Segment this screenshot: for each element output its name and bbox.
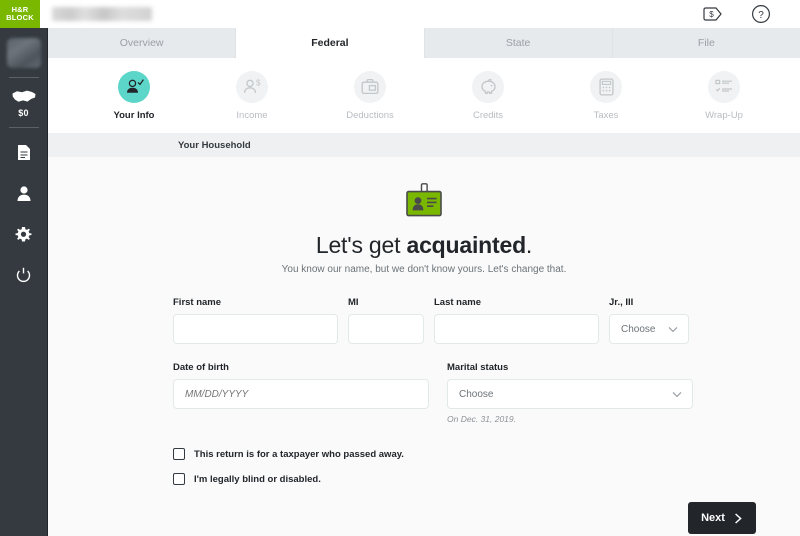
top-bar: H&R BLOCK $ ? bbox=[0, 0, 800, 28]
tab-file[interactable]: File bbox=[613, 28, 800, 58]
calculator-icon bbox=[590, 70, 622, 103]
step-credits-label: Credits bbox=[472, 109, 504, 121]
step-taxes[interactable]: Taxes bbox=[564, 70, 648, 121]
hr-block-logo[interactable]: H&R BLOCK bbox=[0, 0, 40, 28]
breadcrumb: Your Household bbox=[178, 139, 251, 151]
sidebar-nav bbox=[14, 142, 34, 285]
marital-status-select[interactable]: Choose bbox=[447, 379, 693, 409]
page-title: Let's get acquainted. bbox=[316, 232, 532, 259]
svg-text:$: $ bbox=[256, 78, 261, 87]
suffix-select[interactable]: Choose bbox=[609, 314, 689, 344]
tab-file-label: File bbox=[697, 37, 715, 49]
middle-initial-input[interactable] bbox=[348, 314, 424, 344]
headline-period: . bbox=[525, 232, 533, 258]
step-wrap-up-label: Wrap-Up bbox=[705, 109, 743, 121]
personal-info-form: First name MI Last name Jr., III Choose bbox=[173, 297, 693, 424]
sidebar-refund-amount: $0 bbox=[18, 108, 29, 118]
step-income-label: Income bbox=[236, 109, 268, 121]
tab-overview[interactable]: Overview bbox=[48, 28, 237, 58]
last-name-input[interactable] bbox=[434, 314, 599, 344]
id-badge-icon bbox=[406, 183, 442, 217]
svg-text:$: $ bbox=[709, 10, 714, 19]
power-icon[interactable] bbox=[14, 265, 34, 285]
user-name-blurred bbox=[52, 7, 152, 21]
tab-federal[interactable]: Federal bbox=[236, 28, 425, 58]
app-root: H&R BLOCK $ ? $0 Overview Federal State … bbox=[0, 0, 800, 536]
tab-state[interactable]: State bbox=[425, 28, 613, 58]
person-dollar-icon: $ bbox=[236, 70, 268, 103]
step-wrap-up[interactable]: Wrap-Up bbox=[682, 70, 766, 121]
tab-overview-label: Overview bbox=[119, 37, 164, 49]
top-bar-icons: $ ? bbox=[702, 3, 800, 25]
blind-disabled-label: I'm legally blind or disabled. bbox=[194, 473, 321, 485]
date-of-birth-label: Date of birth bbox=[173, 362, 229, 373]
marital-status-label: Marital status bbox=[447, 362, 509, 373]
help-question-icon[interactable]: ? bbox=[750, 3, 772, 25]
date-of-birth-field: Date of birth bbox=[173, 362, 429, 424]
main-content: Let's get acquainted. You know our name,… bbox=[48, 157, 800, 536]
middle-initial-field: MI bbox=[348, 297, 424, 344]
sidebar-refund-tracker[interactable]: $0 bbox=[11, 88, 37, 118]
piggy-bank-icon bbox=[472, 70, 504, 103]
deceased-taxpayer-label: This return is for a taxpayer who passed… bbox=[194, 448, 404, 460]
step-income[interactable]: $ Income bbox=[210, 70, 294, 121]
step-deductions-label: Deductions bbox=[346, 109, 394, 121]
us-map-icon bbox=[12, 90, 35, 102]
step-navigation: Your Info $ Income Deductions Credits Ta… bbox=[48, 58, 800, 133]
step-taxes-label: Taxes bbox=[593, 109, 619, 121]
last-name-field: Last name bbox=[434, 297, 599, 344]
hero-section: Let's get acquainted. You know our name,… bbox=[48, 183, 800, 275]
gear-icon[interactable] bbox=[14, 224, 34, 244]
suffix-value: Choose bbox=[621, 323, 656, 335]
main-tabs: Overview Federal State File bbox=[48, 28, 800, 58]
step-deductions[interactable]: Deductions bbox=[328, 70, 412, 121]
next-button-label: Next bbox=[701, 512, 725, 524]
logo-line-2: BLOCK bbox=[6, 13, 34, 22]
first-name-field: First name bbox=[173, 297, 338, 344]
deceased-taxpayer-checkbox[interactable] bbox=[173, 448, 185, 460]
document-icon[interactable] bbox=[14, 142, 34, 162]
marital-status-helper: On Dec. 31, 2019. bbox=[447, 414, 516, 424]
next-button[interactable]: Next bbox=[688, 502, 756, 534]
page-subtitle: You know our name, but we don't know you… bbox=[281, 264, 567, 275]
sidebar-divider-bottom bbox=[8, 127, 39, 128]
first-name-label: First name bbox=[173, 297, 222, 308]
sidebar: $0 bbox=[0, 28, 48, 536]
date-of-birth-input[interactable] bbox=[173, 379, 429, 409]
breadcrumb-bar: Your Household bbox=[48, 133, 800, 157]
price-tag-dollar-icon[interactable]: $ bbox=[702, 3, 724, 25]
marital-status-field: Marital status Choose On Dec. 31, 2019. bbox=[447, 362, 693, 424]
sidebar-divider-top bbox=[8, 77, 39, 78]
chevron-down-icon bbox=[672, 391, 682, 397]
person-icon[interactable] bbox=[14, 183, 34, 203]
suffix-field: Jr., III Choose bbox=[609, 297, 689, 344]
middle-initial-label: MI bbox=[348, 297, 359, 308]
step-credits[interactable]: Credits bbox=[446, 70, 530, 121]
blind-disabled-checkbox-row[interactable]: I'm legally blind or disabled. bbox=[173, 473, 800, 485]
svg-text:?: ? bbox=[758, 10, 764, 21]
name-row: First name MI Last name Jr., III Choose bbox=[173, 297, 693, 344]
tab-federal-label: Federal bbox=[311, 37, 349, 49]
avatar[interactable] bbox=[6, 38, 41, 68]
checkbox-group: This return is for a taxpayer who passed… bbox=[173, 448, 800, 485]
marital-status-value: Choose bbox=[459, 388, 494, 400]
person-check-icon bbox=[118, 70, 150, 103]
last-name-label: Last name bbox=[434, 297, 481, 308]
blind-disabled-checkbox[interactable] bbox=[173, 473, 185, 485]
chevron-right-icon bbox=[735, 512, 742, 524]
chevron-down-icon bbox=[668, 326, 678, 332]
headline-bold: acquainted bbox=[406, 232, 527, 258]
step-your-info-label: Your Info bbox=[113, 109, 155, 121]
first-name-input[interactable] bbox=[173, 314, 338, 344]
headline-light: Let's get bbox=[315, 232, 407, 258]
deceased-taxpayer-checkbox-row[interactable]: This return is for a taxpayer who passed… bbox=[173, 448, 800, 460]
suffix-label: Jr., III bbox=[609, 297, 634, 308]
step-your-info[interactable]: Your Info bbox=[92, 70, 176, 121]
tab-state-label: State bbox=[505, 37, 531, 49]
checklist-icon bbox=[708, 70, 740, 103]
briefcase-icon bbox=[354, 70, 386, 103]
dob-marital-row: Date of birth Marital status Choose On D… bbox=[173, 362, 693, 424]
